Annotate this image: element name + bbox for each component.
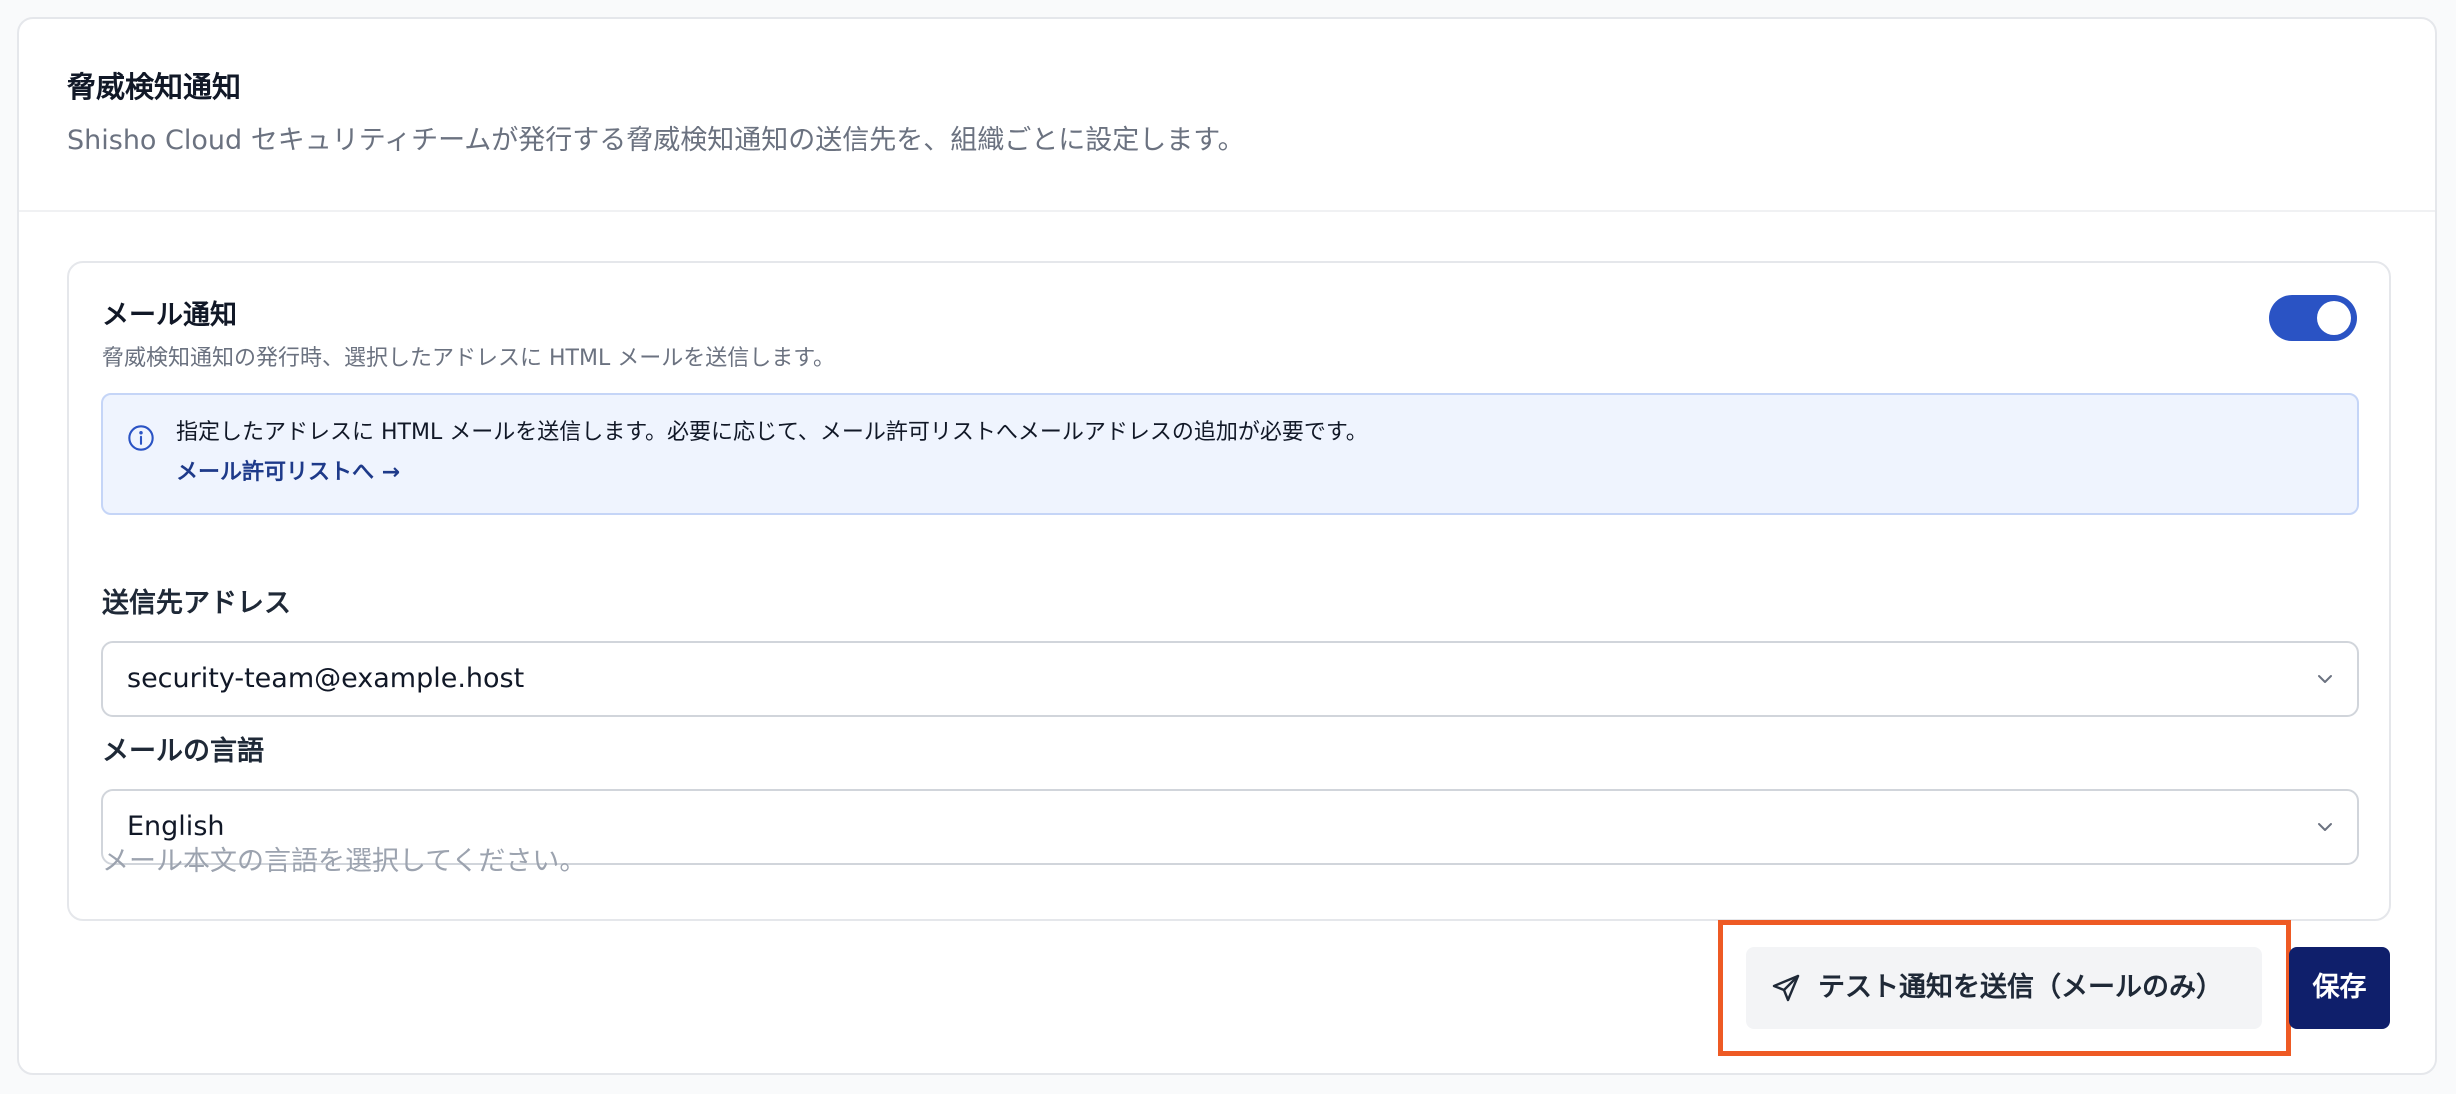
email-notification-card: メール通知 脅威検知通知の発行時、選択したアドレスに HTML メールを送信しま… — [67, 261, 2391, 921]
send-test-notification-label: テスト通知を送信（メールのみ） — [1818, 972, 2223, 1003]
chevron-down-icon — [2318, 675, 2332, 683]
send-test-notification-button[interactable]: テスト通知を送信（メールのみ） — [1746, 947, 2262, 1029]
page-description: Shisho Cloud セキュリティチームが発行する脅威検知通知の送信先を、組… — [67, 125, 1245, 156]
toggle-knob — [2317, 301, 2351, 335]
allowlist-link[interactable]: メール許可リストへ → — [176, 455, 400, 491]
info-callout: 指定したアドレスに HTML メールを送信します。必要に応じて、メール許可リスト… — [101, 393, 2359, 515]
save-button[interactable]: 保存 — [2289, 947, 2390, 1029]
page-title: 脅威検知通知 — [67, 70, 242, 104]
chevron-down-icon — [2318, 823, 2332, 831]
address-label: 送信先アドレス — [102, 588, 291, 619]
email-notification-title: メール通知 — [102, 300, 237, 331]
info-icon — [128, 425, 154, 451]
address-select-value: security-team@example.host — [127, 663, 525, 694]
send-icon — [1772, 974, 1800, 1002]
language-hint: メール本文の言語を選択してください。 — [102, 846, 587, 877]
language-label: メールの言語 — [102, 736, 264, 767]
address-select[interactable]: security-team@example.host — [101, 641, 2359, 717]
info-text: 指定したアドレスに HTML メールを送信します。必要に応じて、メール許可リスト… — [176, 420, 1368, 445]
threat-notification-panel: 脅威検知通知 Shisho Cloud セキュリティチームが発行する脅威検知通知… — [17, 17, 2437, 1075]
email-notification-toggle[interactable] — [2269, 295, 2357, 341]
email-notification-description: 脅威検知通知の発行時、選択したアドレスに HTML メールを送信します。 — [102, 346, 836, 371]
panel-header: 脅威検知通知 Shisho Cloud セキュリティチームが発行する脅威検知通知… — [19, 19, 2435, 212]
